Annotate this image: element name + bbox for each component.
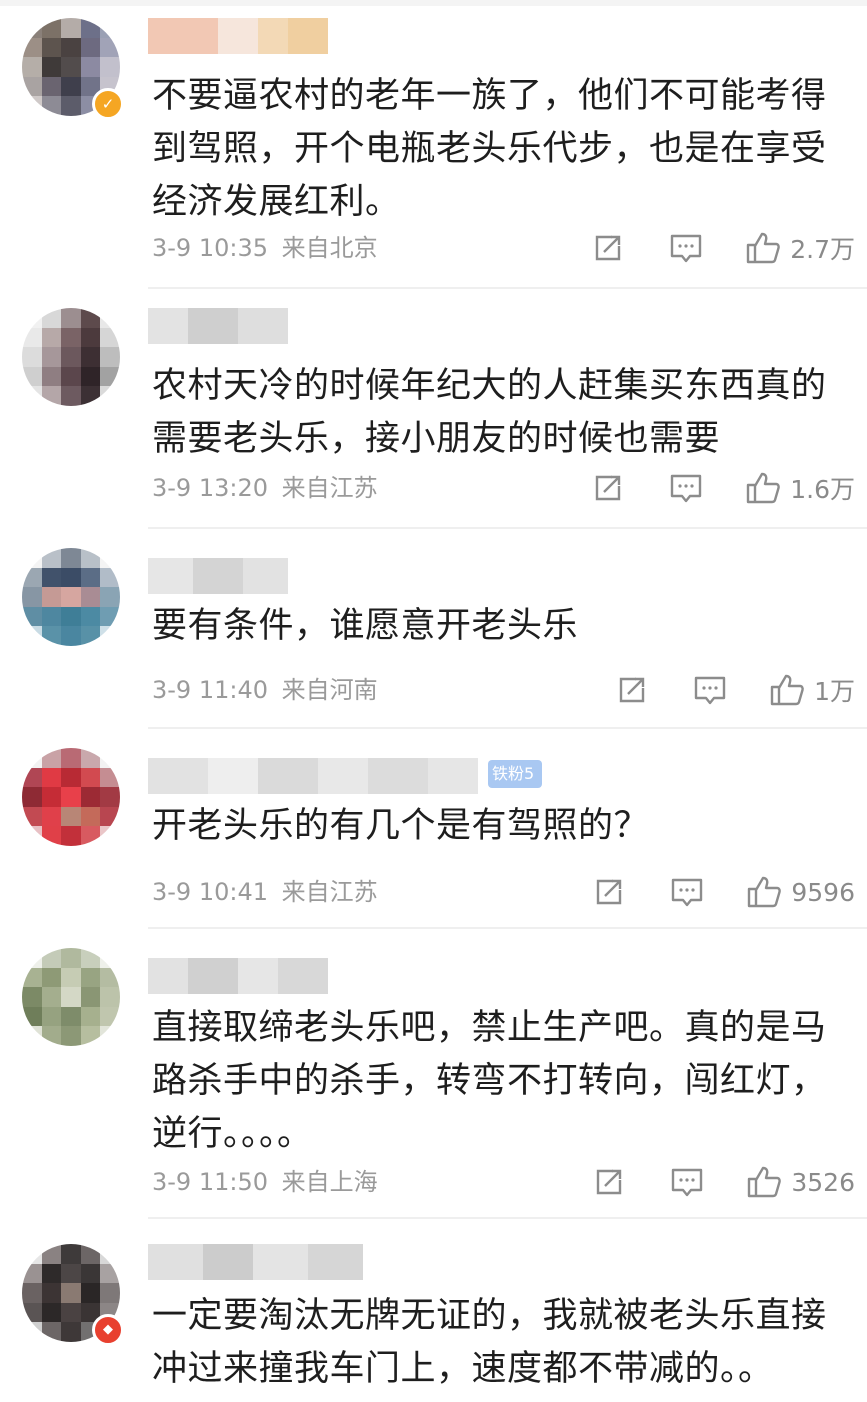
like-count: 1万	[814, 677, 855, 706]
comment-location: 来自江苏	[281, 474, 378, 502]
divider	[148, 527, 867, 529]
comment-meta: 3-9 13:20 来自江苏	[152, 468, 378, 508]
comment-item: 铁粉5 开老头乐的有几个是有驾照的？ 3-9 10:41 来自江苏 9596	[0, 730, 867, 930]
comment-location: 来自北京	[281, 234, 378, 262]
comment-location: 来自河南	[281, 676, 378, 704]
comment-item: ◆ 一定要淘汰无牌无证的，我就被老头乐直接冲过来撞我车门上，速度都不带减的。。	[0, 1220, 867, 1402]
like-icon[interactable]	[768, 672, 806, 708]
like-icon[interactable]	[745, 1164, 783, 1200]
comment-meta: 3-9 11:50 来自上海	[152, 1162, 378, 1202]
comment-item: 要有条件，谁愿意开老头乐 3-9 11:40 来自河南 1万	[0, 530, 867, 730]
username-blurred[interactable]	[148, 758, 478, 794]
comment-actions: 2.7万	[590, 228, 855, 268]
like-icon[interactable]	[744, 230, 782, 266]
red-badge-icon: ◆	[92, 1314, 124, 1346]
avatar[interactable]	[22, 308, 120, 406]
comment-time: 3-9 11:40	[152, 676, 268, 704]
username-blurred[interactable]	[148, 558, 288, 594]
divider	[148, 727, 867, 729]
comment-text: 不要逼农村的老年一族了，他们不可能考得到驾照，开个电瓶老头乐代步，也是在享受经济…	[152, 76, 827, 222]
like-count: 1.6万	[790, 475, 855, 504]
share-icon[interactable]	[590, 230, 626, 266]
verified-badge-icon: ✓	[92, 88, 124, 120]
like-icon[interactable]	[745, 874, 783, 910]
share-icon[interactable]	[591, 1164, 627, 1200]
comment-text: 要有条件，谁愿意开老头乐	[152, 606, 579, 646]
comment-item: 直接取缔老头乐吧，禁止生产吧。真的是马路杀手中的杀手，转弯不打转向，闯红灯，逆行…	[0, 930, 867, 1220]
comment-meta: 3-9 10:41 来自江苏	[152, 872, 378, 912]
comment-text: 农村天冷的时候年纪大的人赶集买东西真的需要老头乐，接小朋友的时候也需要	[152, 366, 827, 459]
like-count: 9596	[791, 877, 855, 907]
share-icon[interactable]	[614, 672, 650, 708]
comment-time: 3-9 10:41	[152, 878, 268, 906]
like-count: 3526	[791, 1167, 855, 1197]
divider	[148, 927, 867, 929]
comment-time: 3-9 13:20	[152, 474, 268, 502]
comment-actions: 9596	[591, 872, 855, 912]
comment-actions: 1.6万	[590, 468, 855, 508]
username-blurred[interactable]	[148, 18, 328, 54]
divider	[148, 287, 867, 289]
comment-location: 来自上海	[281, 1168, 378, 1196]
comment-actions: 1万	[614, 670, 855, 710]
comment-icon[interactable]	[668, 470, 704, 506]
divider	[148, 1217, 867, 1219]
username-blurred[interactable]	[148, 308, 288, 344]
comment-icon[interactable]	[669, 874, 705, 910]
comment-item: ✓ 不要逼农村的老年一族了，他们不可能考得到驾照，开个电瓶老头乐代步，也是在享受…	[0, 0, 867, 290]
comment-icon[interactable]	[669, 1164, 705, 1200]
comment-icon[interactable]	[668, 230, 704, 266]
avatar[interactable]	[22, 548, 120, 646]
comment-icon[interactable]	[692, 672, 728, 708]
avatar[interactable]	[22, 748, 120, 846]
comment-time: 3-9 11:50	[152, 1168, 268, 1196]
share-icon[interactable]	[591, 874, 627, 910]
comment-actions: 3526	[591, 1162, 855, 1202]
comment-text: 直接取缔老头乐吧，禁止生产吧。真的是马路杀手中的杀手，转弯不打转向，闯红灯，逆行…	[152, 1008, 827, 1154]
comment-meta: 3-9 11:40 来自河南	[152, 670, 378, 710]
comment-time: 3-9 10:35	[152, 234, 268, 262]
share-icon[interactable]	[590, 470, 626, 506]
username-blurred[interactable]	[148, 1244, 363, 1280]
like-icon[interactable]	[744, 470, 782, 506]
comment-text: 开老头乐的有几个是有驾照的？	[152, 806, 650, 846]
comment-meta: 3-9 10:35 来自北京	[152, 228, 378, 268]
comment-location: 来自江苏	[281, 878, 378, 906]
like-count: 2.7万	[790, 235, 855, 264]
username-blurred[interactable]	[148, 958, 328, 994]
comment-text: 一定要淘汰无牌无证的，我就被老头乐直接冲过来撞我车门上，速度都不带减的。。	[152, 1296, 827, 1389]
avatar[interactable]	[22, 948, 120, 1046]
fan-badge: 铁粉5	[488, 760, 543, 788]
comment-item: 农村天冷的时候年纪大的人赶集买东西真的需要老头乐，接小朋友的时候也需要 3-9 …	[0, 290, 867, 530]
